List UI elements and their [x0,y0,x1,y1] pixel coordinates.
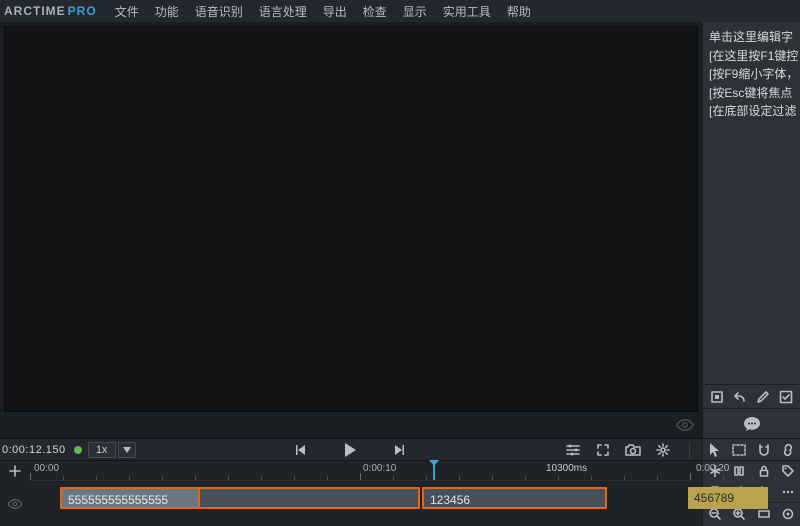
transport-bar: 0:00:12.150 1x [0,438,800,460]
ms-label: 10300ms [546,463,587,474]
sidebar-line: 单击这里编辑字 [709,28,798,47]
settings2-icon[interactable] [780,506,796,522]
ruler-tick-mark [393,476,394,480]
select-range-icon[interactable] [731,442,747,458]
check-icon[interactable] [778,389,794,405]
subtitle-track[interactable]: 555555555555555123456456789 [30,481,702,526]
preview-column [0,22,702,438]
ruler-tick-mark [492,476,493,480]
menu-func[interactable]: 功能 [147,3,187,20]
menu-help[interactable]: 帮助 [499,3,539,20]
preview-footer [0,412,702,438]
menu-tools[interactable]: 实用工具 [435,3,499,20]
playback-speed[interactable]: 1x [88,442,116,458]
magnet-icon[interactable] [756,442,772,458]
more-icon[interactable] [780,484,796,500]
playhead[interactable] [433,461,435,480]
menu-file[interactable]: 文件 [107,3,147,20]
menu-asr[interactable]: 语音识别 [187,3,251,20]
add-track-button[interactable] [0,461,30,481]
pencil-icon[interactable] [755,389,771,405]
undo-icon[interactable] [732,389,748,405]
lock-icon[interactable] [756,463,772,479]
ruler-tick-mark [360,473,361,480]
subtitle-clip[interactable]: 123456 [422,487,607,509]
ruler-tick-mark [591,476,592,480]
menubar: ARCTIME PRO 文件 功能 语音识别 语言处理 导出 检查 显示 实用工… [0,0,800,22]
status-dot [74,446,82,454]
ruler-label: 0:00:20 [696,463,729,474]
ruler-tick-mark [129,476,130,480]
pointer-icon[interactable] [707,442,723,458]
ruler-tick-mark [657,476,658,480]
stop-square-icon[interactable] [709,389,725,405]
ruler-tick-mark [195,476,196,480]
menu-display[interactable]: 显示 [395,3,435,20]
separator [689,442,690,458]
ruler-row: 00:00 0:00:10 0:00:20 10300ms [0,461,800,481]
prev-icon[interactable] [292,442,308,458]
subtitle-clip[interactable]: 555555555555555 [60,487,200,509]
timecode: 0:00:12.150 [0,444,72,456]
subtitle-sidebar: 单击这里编辑字 [在这里按F1键控 [按F9缩小字体， [按Esc键将焦点 [在… [702,22,800,438]
time-ruler[interactable]: 00:00 0:00:10 0:00:20 10300ms [30,461,702,481]
menu-lang[interactable]: 语言处理 [251,3,315,20]
ruler-tick-mark [327,476,328,480]
track-visibility[interactable] [0,481,30,526]
ruler-tick-mark [294,476,295,480]
sidebar-line: [在底部设定过滤 [709,102,798,121]
sidebar-chat[interactable] [703,408,800,438]
sidebar-toolbar [703,384,800,408]
visibility-icon[interactable] [674,416,696,434]
timeline-tool-top [702,439,800,461]
expand-icon[interactable] [595,442,611,458]
ruler-tick-mark [525,476,526,480]
merge-icon[interactable] [731,463,747,479]
link-icon[interactable] [780,442,796,458]
sidebar-line: [按F9缩小字体， [709,65,798,84]
ruler-tick-mark [63,476,64,480]
subtitle-clip[interactable] [200,487,420,509]
menu-export[interactable]: 导出 [315,3,355,20]
video-preview[interactable] [4,26,698,412]
main-row: 单击这里编辑字 [在这里按F1键控 [按F9缩小字体， [按Esc键将焦点 [在… [0,22,800,438]
transport-right [565,442,702,458]
sliders-icon[interactable] [565,442,581,458]
ruler-tick-mark [261,476,262,480]
ruler-label: 0:00:10 [363,463,396,474]
speed-dropdown[interactable] [118,442,136,458]
ruler-tick-mark [690,473,691,480]
menu-check[interactable]: 检查 [355,3,395,20]
ruler-tick-mark [228,476,229,480]
playback-controls [136,442,565,458]
track-row: 555555555555555 123456 456789 [0,481,800,526]
play-icon[interactable] [342,442,358,458]
timeline: 00:00 0:00:10 0:00:20 10300ms 5555555555… [0,460,800,526]
camera-icon[interactable] [625,442,641,458]
ruler-tick-mark [96,476,97,480]
ruler-tick-mark [426,476,427,480]
app-logo: ARCTIME PRO [4,4,97,18]
ruler-tick-mark [162,476,163,480]
ruler-tick-mark [624,476,625,480]
ruler-tick-mark [30,473,31,480]
sidebar-line: [按Esc键将焦点 [709,84,798,103]
next-icon[interactable] [392,442,408,458]
subtitle-clip[interactable]: 456789 [688,487,768,509]
chat-bubble-icon [743,416,761,432]
gear-icon[interactable] [655,442,671,458]
ruler-tick-mark [723,476,724,480]
tag-icon[interactable] [780,463,796,479]
logo-arctime: ARCTIME [4,4,66,18]
ruler-tick-mark [459,476,460,480]
logo-pro: PRO [68,4,97,18]
ruler-tick-mark [558,476,559,480]
ruler-label: 00:00 [34,463,59,474]
sidebar-line: [在这里按F1键控 [709,47,798,66]
subtitle-editor[interactable]: 单击这里编辑字 [在这里按F1键控 [按F9缩小字体， [按Esc键将焦点 [在… [703,22,800,384]
